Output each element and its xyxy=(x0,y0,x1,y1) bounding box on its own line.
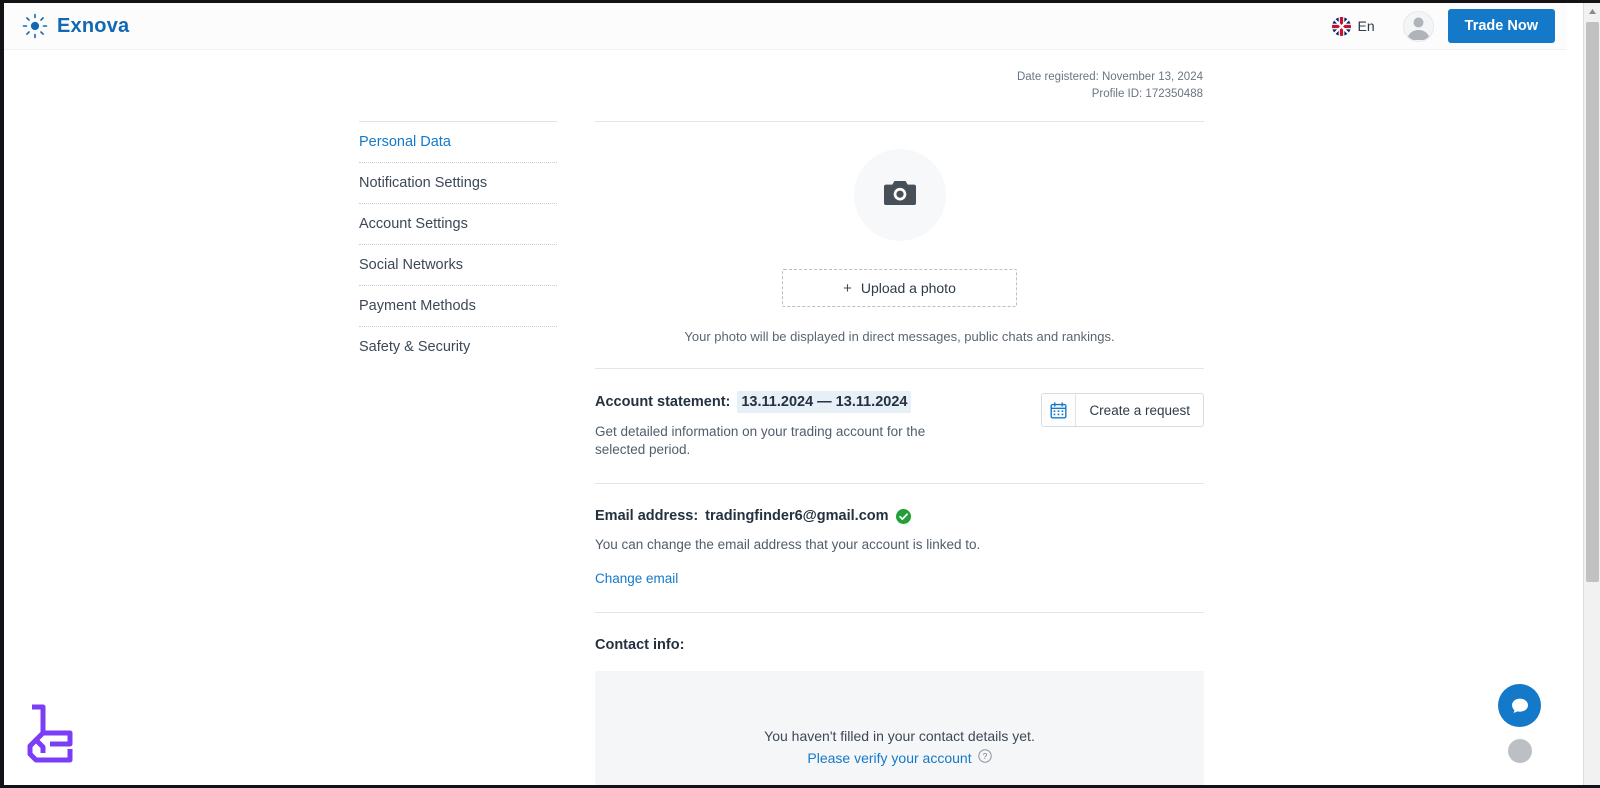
upload-photo-button[interactable]: + Upload a photo xyxy=(782,269,1017,307)
contact-empty-message: You haven't filled in your contact detai… xyxy=(764,728,1035,744)
account-statement-label: Account statement: xyxy=(595,394,731,410)
sidebar-item-account-settings[interactable]: Account Settings xyxy=(359,204,557,244)
contact-info-empty-panel: You haven't filled in your contact detai… xyxy=(595,671,1204,785)
trade-now-button[interactable]: Trade Now xyxy=(1447,9,1555,43)
collapse-circle-icon[interactable] xyxy=(1508,739,1532,763)
contact-info-empty-text: You haven't filled in your contact detai… xyxy=(764,725,1035,769)
email-title-row: Email address: tradingfinder6@gmail.com xyxy=(595,506,1204,526)
language-label: En xyxy=(1357,18,1375,34)
profile-id: Profile ID: 172350488 xyxy=(1091,88,1203,100)
top-header-bar: Exnova En Trade Now xyxy=(4,3,1567,50)
page-viewport: Exnova En Trade Now Date registered: Nov… xyxy=(4,3,1567,785)
verified-check-icon xyxy=(895,508,911,524)
account-meta: Date registered: November 13, 2024 Profi… xyxy=(1017,69,1203,103)
email-value: tradingfinder6@gmail.com xyxy=(705,508,889,524)
email-description: You can change the email address that yo… xyxy=(595,537,981,552)
purple-brand-watermark-icon xyxy=(22,695,84,767)
sidebar-item-notification-settings[interactable]: Notification Settings xyxy=(359,163,557,203)
sidebar-item-safety-security[interactable]: Safety & Security xyxy=(359,327,557,367)
chat-bubble-icon[interactable] xyxy=(1498,684,1541,727)
email-label: Email address: xyxy=(595,508,699,524)
brand-logo[interactable]: Exnova xyxy=(22,13,129,39)
scrollbar-thumb[interactable] xyxy=(1586,22,1599,582)
contact-info-title: Contact info: xyxy=(595,637,685,653)
sidebar-item-payment-methods[interactable]: Payment Methods xyxy=(359,286,557,326)
verify-account-label: Please verify your account xyxy=(807,750,972,766)
scroll-up-arrow-icon[interactable] xyxy=(1584,3,1600,20)
svg-text:?: ? xyxy=(982,752,987,761)
create-request-button[interactable]: Create a request xyxy=(1041,393,1204,427)
date-registered: Date registered: November 13, 2024 xyxy=(1016,71,1203,83)
user-avatar-icon[interactable] xyxy=(1402,10,1434,42)
calendar-icon xyxy=(1042,394,1077,426)
sidebar-item-personal-data[interactable]: Personal Data xyxy=(359,122,557,162)
statement-date-range[interactable]: 13.11.2024 — 13.11.2024 xyxy=(737,391,912,413)
camera-icon xyxy=(883,179,917,212)
account-statement-section: Account statement: 13.11.2024 — 13.11.20… xyxy=(595,369,1204,483)
question-mark-circle-icon: ? xyxy=(977,747,992,769)
upload-photo-label: Upload a photo xyxy=(860,280,956,296)
sidebar-item-social-networks[interactable]: Social Networks xyxy=(359,245,557,285)
account-statement-title-row: Account statement: 13.11.2024 — 13.11.20… xyxy=(595,391,940,413)
verify-account-link[interactable]: Please verify your account ? xyxy=(807,747,992,769)
language-selector[interactable]: En xyxy=(1326,13,1381,40)
email-address-section: Email address: tradingfinder6@gmail.com … xyxy=(595,484,1204,612)
create-request-label: Create a request xyxy=(1089,402,1190,418)
photo-hint-text: Your photo will be displayed in direct m… xyxy=(684,329,1115,344)
plus-icon: + xyxy=(843,279,852,297)
change-email-link[interactable]: Change email xyxy=(595,571,678,586)
header-actions: En Trade Now xyxy=(1326,9,1555,43)
page-scrollbar[interactable] xyxy=(1583,3,1600,785)
uk-flag-icon xyxy=(1331,16,1351,36)
browser-frame: Exnova En Trade Now Date registered: Nov… xyxy=(0,0,1600,788)
account-statement-description: Get detailed information on your trading… xyxy=(595,424,926,457)
personal-data-panel: + Upload a photo Your photo will be disp… xyxy=(595,121,1204,785)
contact-info-section: Contact info: You haven't filled in your… xyxy=(595,613,1204,785)
photo-placeholder xyxy=(853,149,946,241)
sun-burst-logo-icon xyxy=(22,13,48,39)
profile-photo-section: + Upload a photo Your photo will be disp… xyxy=(595,122,1204,368)
brand-name: Exnova xyxy=(57,14,130,37)
settings-sidebar: Personal Data Notification Settings Acco… xyxy=(359,121,557,367)
